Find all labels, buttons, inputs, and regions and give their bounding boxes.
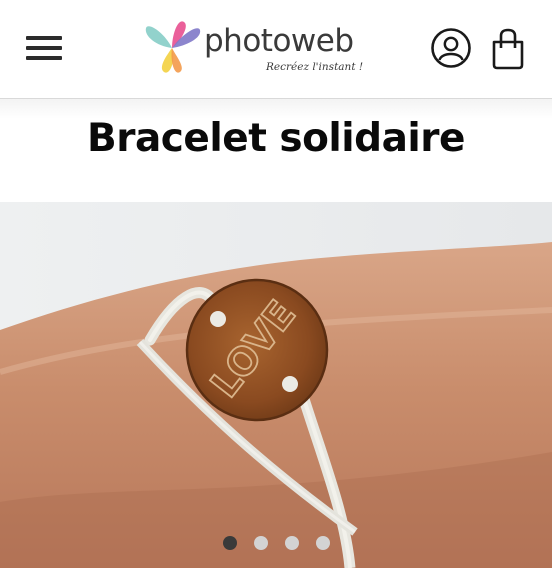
cart-button[interactable] (490, 27, 526, 71)
carousel-dot[interactable] (285, 536, 299, 550)
product-photo: LOVE (0, 202, 552, 568)
carousel-dot[interactable] (316, 536, 330, 550)
carousel-dot[interactable] (254, 536, 268, 550)
menu-button[interactable] (26, 34, 64, 62)
page-title: Bracelet solidaire (87, 116, 465, 161)
carousel-dot[interactable] (223, 536, 237, 550)
user-icon (431, 28, 471, 68)
shopping-bag-icon (492, 28, 524, 70)
account-button[interactable] (430, 27, 472, 69)
photoweb-logo[interactable]: photoweb Recréez l'instant ! (142, 16, 364, 80)
carousel-pagination (0, 534, 552, 552)
butterfly-logo-icon (145, 21, 201, 73)
logo-wordmark: photoweb (204, 23, 354, 59)
logo-tagline: Recréez l'instant ! (266, 61, 364, 73)
product-image-carousel[interactable]: LOVE (0, 202, 552, 568)
site-header: photoweb Recréez l'instant ! (0, 0, 552, 99)
